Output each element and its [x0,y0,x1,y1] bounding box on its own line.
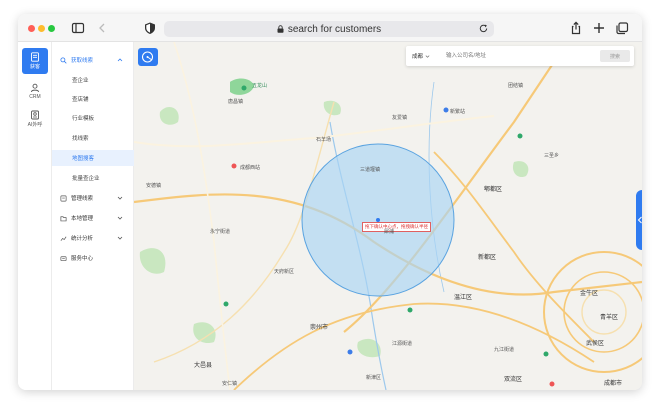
browser-window: search for customers 获客 CRM AI外呼 获取线索 查企… [18,14,642,390]
poi-marker [241,85,247,91]
map-search-button[interactable]: 搜索 [600,50,630,62]
collapse-panel-handle[interactable] [636,190,642,250]
sidebar-toggle-icon[interactable] [70,20,86,36]
map-label: 团结镇 [508,83,524,89]
map-label: 双流区 [504,377,523,383]
map-label: 江源街道 [392,341,413,347]
maximize-window-button[interactable] [48,25,55,32]
poi-marker [347,349,353,355]
new-tab-icon[interactable] [591,20,607,36]
service-icon [60,255,67,261]
address-search-input[interactable] [446,50,596,62]
rail-item-label: CRM [29,93,41,100]
funnel-icon [31,52,39,62]
rail-item-crm[interactable]: CRM [22,78,48,104]
share-icon[interactable] [568,20,584,36]
map-label: 犀浦 [384,229,395,235]
clipboard-icon [60,195,67,201]
center-tooltip: 拖下确认中心点，拖拽确认半径 [362,222,431,232]
address-bar[interactable]: search for customers [164,21,494,37]
map-label: 温江区 [454,295,473,301]
map-label: 成都市 [604,381,623,387]
menu-item-search-shop[interactable]: 查店铺 [52,91,134,107]
map-label: 金牛区 [580,291,599,297]
menu-item-map-search[interactable]: 地图搜客 [52,150,134,166]
map-search-panel: 成都 搜索 [406,46,634,66]
side-menu: 获取线索 查企业 查店铺 行业模板 找线索 地图搜客 批量查企业 管理线索 本地… [52,42,134,390]
map-label: 三道堰镇 [360,167,381,173]
poi-marker [549,381,555,387]
poi-marker [543,351,549,357]
minimize-window-button[interactable] [38,25,45,32]
menu-item-find-leads[interactable]: 找线索 [52,130,134,146]
map-label: 武侯区 [586,341,605,347]
chevron-left-icon [637,216,642,224]
map-view[interactable]: 成都 搜索 拖下确认中心点，拖拽确认半径 五龙山 唐昌镇 石羊场 三道堰镇 友爱… [134,42,642,390]
map-label: 五龙山 [252,83,268,89]
close-window-button[interactable] [28,25,35,32]
poi-marker [231,163,237,169]
reload-icon[interactable] [478,23,489,34]
tab-overview-icon[interactable] [614,20,630,36]
map-label: 新都区 [478,255,497,261]
menu-group-service[interactable]: 服务中心 [52,250,134,266]
menu-item-search-company[interactable]: 查企业 [52,72,134,88]
poi-marker [443,107,449,113]
title-bar: search for customers [18,14,642,42]
map-label: 崇州市 [310,325,329,331]
rail-item-label: AI外呼 [27,122,43,128]
menu-group-local[interactable]: 本地管理 [52,210,134,226]
map-label: 天府新区 [274,269,295,275]
map-label: 唐昌镇 [228,99,244,105]
robot-icon [31,110,39,120]
chevron-down-icon [117,236,123,240]
menu-item-batch-search[interactable]: 批量查企业 [52,170,134,186]
search-icon [60,56,67,64]
rail-item-ai-call[interactable]: AI外呼 [22,106,48,132]
map-label: 青羊区 [600,315,619,321]
map-label: 安仁镇 [222,381,238,387]
users-icon [31,83,39,92]
map-label: 郫都区 [484,187,503,193]
menu-group-acquire[interactable]: 获取线索 [52,52,134,68]
poi-marker [407,307,413,313]
chevron-down-icon [117,216,123,220]
rail-item-acquire[interactable]: 获客 [22,48,48,74]
map-label: 石羊场 [316,137,332,143]
lock-icon [277,25,284,33]
chart-icon [60,236,67,241]
menu-group-manage[interactable]: 管理线索 [52,190,134,206]
map-label: 成都西站 [240,165,261,171]
poi-marker [223,301,229,307]
map-label: 友爱镇 [392,115,408,121]
map-label: 新繁站 [450,109,466,115]
icon-rail: 获客 CRM AI外呼 [18,42,52,390]
map-label: 永宁街道 [210,229,231,235]
app-content: 获客 CRM AI外呼 获取线索 查企业 查店铺 行业模板 找线索 地图搜客 批… [18,42,642,390]
map-label: 九江街道 [494,347,515,353]
rail-item-label: 获客 [29,64,40,70]
map-label: 新津区 [366,375,382,381]
folder-icon [60,215,67,221]
chevron-down-icon [425,54,430,58]
map-label: 三圣乡 [544,153,560,159]
menu-item-industry-template[interactable]: 行业模板 [52,110,134,126]
map-canvas [134,42,642,390]
map-label: 大邑县 [194,363,213,369]
city-select[interactable]: 成都 [412,52,430,60]
draw-radius-button[interactable] [138,48,158,66]
back-icon[interactable] [94,20,110,36]
menu-group-label: 获取线索 [71,58,94,64]
poi-marker [517,133,523,139]
chevron-up-icon [117,58,123,62]
map-label: 安德镇 [146,183,162,189]
menu-group-stats[interactable]: 统计分析 [52,230,134,246]
chevron-down-icon [117,196,123,200]
url-text: search for customers [287,23,382,35]
shield-icon[interactable] [142,20,158,36]
radius-tool-icon [141,51,154,63]
